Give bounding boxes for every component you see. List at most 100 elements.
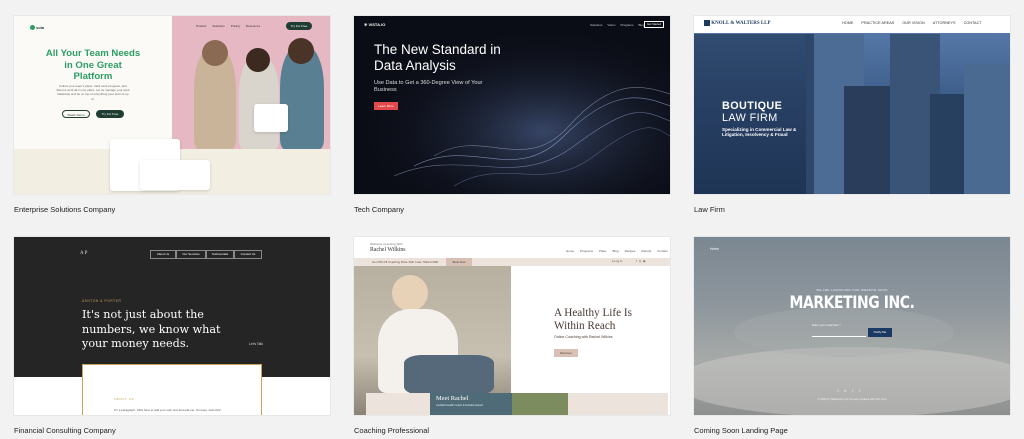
- logo[interactable]: sola: [30, 25, 45, 31]
- nav-item[interactable]: Home: [566, 249, 574, 253]
- learn-more-button[interactable]: Learn More: [374, 102, 398, 110]
- nav-cta-button[interactable]: Try For Free: [286, 22, 312, 30]
- nav-item[interactable]: Solutions: [590, 23, 602, 27]
- logo[interactable]: KNOLL & WALTERS LLP: [704, 20, 771, 26]
- brand-top: Wellness Coaching With: [370, 242, 403, 246]
- about-title: ABOUT US: [114, 397, 135, 401]
- template-thumbnail[interactable]: Home WE ARE LAUNCHING OUR WEBSITE SOON M…: [694, 237, 1010, 415]
- nav-item[interactable]: About Us: [150, 250, 176, 259]
- nav-item[interactable]: Programs: [620, 23, 633, 27]
- template-card-financial[interactable]: A P About Us Our Services Testimonials C…: [14, 237, 330, 435]
- template-caption[interactable]: Coaching Professional: [354, 426, 429, 435]
- nav-item[interactable]: PRACTICE AREAS: [861, 21, 894, 25]
- footer-text: © 2023 by Marketing Inc. Proudly created…: [817, 397, 887, 401]
- nav-item[interactable]: Testimonials: [206, 250, 234, 259]
- home-link[interactable]: Home: [710, 247, 719, 251]
- nav-item[interactable]: Recipes: [625, 249, 636, 253]
- logo-text: KNOLL & WALTERS LLP: [711, 21, 771, 27]
- hero-headline: MARKETING INC.: [789, 293, 915, 313]
- promo-text: Get 20% Off Coaching Plans With Code "WE…: [372, 260, 439, 264]
- template-thumbnail[interactable]: Wellness Coaching With Rachel Wilkins Ho…: [354, 237, 670, 415]
- building-photo: [930, 94, 964, 194]
- nav-item[interactable]: Vision: [607, 23, 615, 27]
- nav-bar: Home Programs Plans Blog Recipes Refund …: [566, 249, 667, 253]
- template-thumbnail[interactable]: KNOLL & WALTERS LLP HOME PRACTICE AREAS …: [694, 16, 1010, 194]
- twitter-icon[interactable]: t: [859, 389, 866, 393]
- try-free-button[interactable]: Try For Free: [96, 110, 124, 118]
- cloud-layer: [694, 347, 1010, 415]
- logo[interactable]: ✳ VISTA.IO: [364, 22, 385, 27]
- discover-button[interactable]: Discover: [554, 349, 578, 357]
- hero-headline: All Your Team Needs in One Great Platfor…: [45, 48, 141, 82]
- hero-body: Follow your team's plans, track work pro…: [56, 84, 130, 101]
- eyebrow-text: WE ARE LAUNCHING OUR WEBSITE SOON: [816, 288, 888, 292]
- nav-bar: Solutions Vision Programs Blog: [590, 23, 645, 27]
- login-link[interactable]: ● Log In: [612, 259, 622, 263]
- template-caption[interactable]: Coming Soon Landing Page: [694, 426, 788, 435]
- lets-talk-link[interactable]: Let's Talk: [249, 342, 263, 346]
- template-thumbnail[interactable]: ✳ VISTA.IO Solutions Vision Programs Blo…: [354, 16, 670, 194]
- template-card-tech[interactable]: ✳ VISTA.IO Solutions Vision Programs Blo…: [354, 16, 670, 214]
- watch-demo-button[interactable]: Watch Demo: [62, 110, 90, 118]
- template-thumbnail[interactable]: sola Product Solutions Pricing Resources…: [14, 16, 330, 194]
- hero-headline: BOUTIQUE LAW FIRM: [722, 100, 782, 124]
- building-photo: [964, 64, 1010, 194]
- nav-item[interactable]: CONTACT: [964, 21, 982, 25]
- hero-quote: It's not just about the numbers, we know…: [82, 308, 221, 350]
- hero-subhead: Use Data to Get a 360-Degree View of You…: [374, 80, 483, 93]
- logo[interactable]: A P: [80, 251, 88, 257]
- hero-headline: A Healthy Life Is Within Reach: [554, 307, 632, 332]
- logo-star-icon: ✳: [364, 22, 368, 27]
- nav-item[interactable]: ATTORNEYS: [933, 21, 956, 25]
- template-caption[interactable]: Financial Consulting Company: [14, 426, 116, 435]
- login-label: Log In: [614, 259, 623, 263]
- brand-name: ASHTON & PORTER: [82, 299, 122, 303]
- template-thumbnail[interactable]: A P About Us Our Services Testimonials C…: [14, 237, 330, 415]
- hero-photo-person: [392, 275, 428, 311]
- meet-subtitle: Certified Health Coach & Nutrition Exper…: [436, 404, 484, 407]
- email-input[interactable]: [812, 328, 866, 337]
- logo-text: sola: [36, 25, 45, 30]
- hero-headline: The New Standard in Data Analysis: [374, 42, 501, 73]
- template-caption[interactable]: Tech Company: [354, 205, 404, 214]
- nav-item[interactable]: Plans: [599, 249, 607, 253]
- nav-item[interactable]: Pricing: [231, 24, 240, 28]
- template-card-law[interactable]: KNOLL & WALTERS LLP HOME PRACTICE AREAS …: [694, 16, 1010, 214]
- logo[interactable]: Rachel Wilkins: [370, 247, 406, 253]
- template-caption[interactable]: Law Firm: [694, 205, 725, 214]
- youtube-icon[interactable]: ▶: [643, 259, 647, 263]
- nav-item[interactable]: Refund: [641, 249, 651, 253]
- template-card-enterprise[interactable]: sola Product Solutions Pricing Resources…: [14, 16, 330, 214]
- hero-photo-person: [404, 355, 494, 395]
- book-now-button[interactable]: Book Now: [446, 258, 472, 266]
- meet-photo: [512, 393, 568, 415]
- nav-item[interactable]: OUR VISION: [902, 21, 924, 25]
- hero-headline-line: BOUTIQUE: [722, 100, 783, 112]
- template-card-coming-soon[interactable]: Home WE ARE LAUNCHING OUR WEBSITE SOON M…: [694, 237, 1010, 435]
- about-body: I'm a paragraph. Click here to add your …: [114, 408, 221, 412]
- template-caption[interactable]: Enterprise Solutions Company: [14, 205, 115, 214]
- logo-mark-icon: [30, 25, 35, 31]
- social-icons: f◎▶: [636, 259, 648, 263]
- nav-item[interactable]: Our Services: [176, 250, 206, 259]
- nav-item[interactable]: Solutions: [212, 24, 224, 28]
- person-photo: [202, 40, 228, 66]
- person-photo: [288, 38, 314, 64]
- nav-item[interactable]: Blog: [613, 249, 619, 253]
- nav-item[interactable]: Contact: [657, 249, 667, 253]
- hero-subhead: Specializing in Commercial Law & Litigat…: [722, 127, 797, 138]
- hero-subhead: Online Coaching with Rachel Wilkins: [554, 335, 613, 339]
- nav-cta-button[interactable]: Get Started: [644, 21, 664, 28]
- nav-item[interactable]: Contact Us: [234, 250, 262, 259]
- nav-item[interactable]: Resources: [246, 24, 260, 28]
- calendar-widget: [140, 160, 210, 190]
- nav-bar: Product Solutions Pricing Resources: [196, 24, 260, 28]
- notify-button[interactable]: Notify Me: [868, 328, 892, 337]
- linkedin-icon[interactable]: in: [838, 389, 853, 393]
- nav-bar: About Us Our Services Testimonials Conta…: [150, 250, 262, 259]
- template-card-coaching[interactable]: Wellness Coaching With Rachel Wilkins Ho…: [354, 237, 670, 435]
- nav-item[interactable]: Programs: [580, 249, 593, 253]
- nav-item[interactable]: HOME: [842, 21, 853, 25]
- hero-headline-line: LAW FIRM: [722, 112, 778, 124]
- nav-item[interactable]: Product: [196, 24, 206, 28]
